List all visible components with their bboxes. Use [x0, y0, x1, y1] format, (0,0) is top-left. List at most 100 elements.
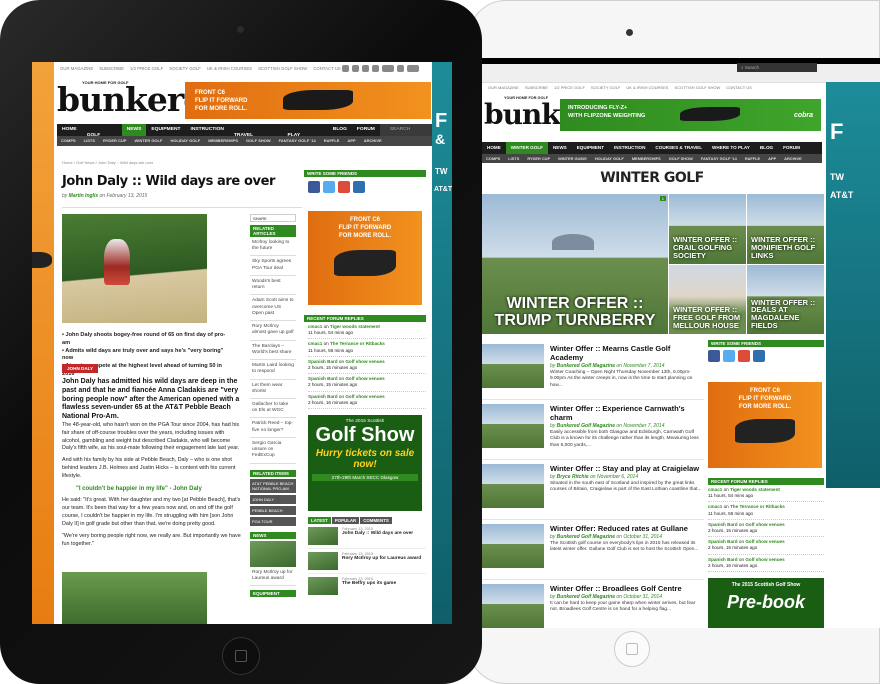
list-item[interactable]: February 13, 2015 John Daly :: Wild days …: [308, 524, 426, 549]
related-article-link[interactable]: Gallacher to take on Els at WGC: [250, 399, 296, 419]
author-link[interactable]: Martin Inglis: [69, 193, 98, 199]
facebook-icon[interactable]: [708, 350, 720, 362]
nav-equipment[interactable]: EQUIPMENT: [572, 142, 609, 154]
google-plus-icon[interactable]: [738, 350, 750, 362]
post-thumbnail[interactable]: [482, 524, 544, 568]
latest-thumbnail[interactable]: [308, 551, 338, 570]
subnav-item[interactable]: ARCHIVE: [780, 154, 806, 163]
top-link[interactable]: 1/2 PRICE GOLF: [130, 66, 163, 71]
home-button[interactable]: [222, 637, 260, 675]
post-author[interactable]: Bunkered Golf Magazine: [557, 594, 615, 600]
facebook-icon[interactable]: [342, 65, 349, 72]
nav-home[interactable]: HOME: [482, 142, 506, 154]
list-item[interactable]: Winter Offer :: Mearns Castle Golf Acade…: [482, 340, 704, 400]
forum-reply[interactable]: Spanish Bard on Golf show venues 2 hours,…: [708, 555, 824, 572]
hero-tile[interactable]: 1 WINTER OFFER :: TRUMP TURNBERRY: [482, 194, 668, 334]
right-edge-ad[interactable]: F & TW AT&T: [432, 62, 452, 624]
forum-reply[interactable]: Spanish Bard on Golf show venues 2 hours,…: [708, 520, 824, 538]
banner-ad[interactable]: INTRODUCING FLY-Z+ WITH FLIPZONE WEIGHTIN…: [560, 99, 821, 131]
nav-winter-golf[interactable]: WINTER GOLF: [505, 142, 548, 154]
post-author[interactable]: Bunkered Golf Magazine: [557, 534, 615, 540]
post-title[interactable]: Winter Offer :: Experience Carnwath's ch…: [550, 404, 704, 422]
nav-news[interactable]: NEWS: [121, 124, 147, 136]
subnav-item[interactable]: APP: [764, 154, 780, 163]
top-link[interactable]: SOCIETY GOLF: [591, 85, 621, 90]
post-thumbnail[interactable]: [482, 584, 544, 628]
tab-comments[interactable]: COMMENTS: [360, 516, 392, 524]
top-link[interactable]: SUBSCRIBE: [525, 85, 548, 90]
top-link[interactable]: CONTACT US: [726, 85, 752, 90]
related-article-link[interactable]: McIlroy looking to the future: [250, 237, 296, 257]
subnav-item[interactable]: FANTASY GOLF '14: [697, 154, 741, 163]
golf-show-ad[interactable]: The 2015 Scottish Golf Show Pre-book: [708, 577, 824, 628]
list-item[interactable]: Winter Offer :: Experience Carnwath's ch…: [482, 400, 704, 460]
top-link[interactable]: OUR MAGAZINE: [60, 66, 93, 71]
youtube-icon[interactable]: [407, 65, 419, 72]
rss-icon[interactable]: [397, 65, 404, 72]
nav-instruction[interactable]: INSTRUCTION: [186, 124, 229, 136]
share-icon[interactable]: [753, 350, 765, 362]
google-plus-icon[interactable]: [362, 65, 369, 72]
pinterest-icon[interactable]: [372, 65, 379, 72]
facebook-icon[interactable]: [308, 181, 320, 193]
forum-reply[interactable]: cmac1 on The Terrance or Ritbacks 11 hour…: [708, 502, 824, 520]
forum-reply[interactable]: cmac1 on The Terrance or Ritbacks 11 hour…: [308, 339, 426, 357]
home-button[interactable]: [614, 631, 650, 667]
nav-equipment[interactable]: EQUIPMENT: [146, 124, 185, 136]
youtube-icon[interactable]: [382, 65, 394, 72]
tab-latest[interactable]: LATEST: [308, 516, 331, 524]
offer-tile[interactable]: WINTER OFFER :: CRAIL GOLFING SOCIETY: [669, 194, 746, 264]
subnav-item[interactable]: HOLIDAY GOLF: [166, 136, 204, 146]
nav-instruction[interactable]: INSTRUCTION: [609, 142, 650, 154]
subnav-item[interactable]: COMPS: [482, 154, 504, 163]
search-input[interactable]: ⌕ Search: [737, 63, 817, 72]
nav-home[interactable]: HOME: [57, 124, 82, 136]
related-article-link[interactable]: Sergio Garcia unsure on FedExCup: [250, 438, 296, 464]
related-item-tag[interactable]: PEBBLE BEACH: [250, 505, 296, 515]
post-title[interactable]: Winter Offer :: Stay and play at Craigie…: [550, 464, 704, 473]
post-title[interactable]: Winter Offer :: Mearns Castle Golf Acade…: [550, 344, 704, 362]
related-article-link[interactable]: Let them wear shorts!: [250, 380, 296, 399]
forum-reply[interactable]: Spanish Bard on Golf show venues 2 hours,…: [308, 374, 426, 392]
tab-popular[interactable]: POPULAR: [331, 516, 360, 524]
subnav-item[interactable]: HOLIDAY GOLF: [591, 154, 628, 163]
subnav-item[interactable]: RYDER CUP: [523, 154, 554, 163]
nav-blog[interactable]: BLOG: [755, 142, 778, 154]
search-input[interactable]: Search: [379, 124, 432, 136]
twitter-icon[interactable]: [323, 181, 335, 193]
nav-forum[interactable]: FORUM: [778, 142, 805, 154]
subnav-item[interactable]: ARCHIVE: [360, 136, 386, 146]
latest-thumbnail[interactable]: [308, 526, 338, 545]
related-article-link[interactable]: Rory McIlroy almost gave up golf: [250, 321, 296, 341]
list-item[interactable]: February 13, 2015 The Belfry ups its game: [308, 574, 426, 598]
share-icon[interactable]: [353, 181, 365, 193]
subnav-item[interactable]: RYDER CUP: [99, 136, 130, 146]
related-article-link[interactable]: Woods's best return: [250, 276, 296, 296]
google-plus-icon[interactable]: [338, 181, 350, 193]
top-link[interactable]: SUBSCRIBE: [99, 66, 124, 71]
nav-courses[interactable]: COURSES & TRAVEL: [650, 142, 707, 154]
related-article-link[interactable]: Patrick Reed – top-five no longer?: [250, 418, 296, 438]
subnav-item[interactable]: WINTER GOLF: [130, 136, 166, 146]
share-button[interactable]: SHARE: [250, 214, 296, 222]
post-thumbnail[interactable]: [482, 404, 544, 448]
list-item[interactable]: Winter Offer: Reduced rates at Gullane b…: [482, 520, 704, 580]
offer-tile[interactable]: WINTER OFFER :: MONIFIETH GOLF LINKS: [747, 194, 824, 264]
subnav-item[interactable]: MEMBERSHIPS: [628, 154, 665, 163]
related-article-link[interactable]: Adam Scott aims to overcome US Open past: [250, 295, 296, 322]
list-item[interactable]: February 13, 2015 Rory McIlroy up for Lau…: [308, 549, 426, 574]
related-item-tag[interactable]: AT&T PEBBLE BEACH NATIONAL PRO-AM: [250, 478, 296, 493]
subnav-item[interactable]: COMPS: [57, 136, 80, 146]
list-item[interactable]: Winter Offer :: Stay and play at Craigie…: [482, 460, 704, 520]
forum-reply[interactable]: cmac1 on Tiger woods statement 11 hours, …: [708, 485, 824, 503]
post-thumbnail[interactable]: [482, 344, 544, 388]
sidebar-ad[interactable]: FRONT C6 FLIP IT FORWARD FOR MORE ROLL.: [308, 211, 422, 305]
top-link[interactable]: UK & IRISH COURSES: [207, 66, 252, 71]
top-link[interactable]: OUR MAGAZINE: [488, 85, 519, 90]
post-title[interactable]: Winter Offer :: Broadlees Golf Centre: [550, 584, 704, 593]
top-link[interactable]: 1/2 PRICE GOLF: [554, 85, 585, 90]
offer-tile[interactable]: WINTER OFFER :: FREE GOLF FROM MELLOUR H…: [669, 265, 746, 334]
twitter-icon[interactable]: [352, 65, 359, 72]
golf-show-ad[interactable]: The 2015 Scottish Golf Show Hurry ticket…: [308, 414, 422, 511]
subnav-item[interactable]: WINTER GUIDE: [554, 154, 591, 163]
